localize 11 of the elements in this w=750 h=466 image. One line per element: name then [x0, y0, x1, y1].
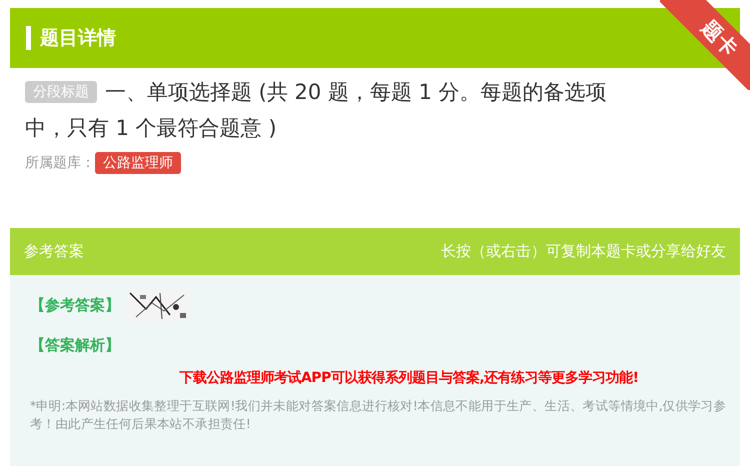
bank-tag[interactable]: 公路监理师	[95, 152, 181, 174]
bank-label: 所属题库：	[25, 154, 95, 172]
analysis-label: 【答案解析】	[30, 336, 120, 354]
question-text: 中，只有 1 个最符合题意 )	[25, 115, 277, 142]
disclaimer-text: *申明:本网站数据收集整理于互联网!我们并未能对答案信息进行核对!本信息不能用于生产、生活、考试等情境中,仅供学习参考！由此产生任何后果本站不承担责任!	[30, 397, 728, 433]
share-hint: 长按（或右击）可复制本题卡或分享给好友	[441, 242, 726, 261]
promo-text: 下载公路监理师考试APP可以获得系列题目与答案,还有练习等更多学习功能!	[178, 369, 640, 387]
answer-title: 参考答案	[24, 242, 84, 261]
answer-label: 【参考答案】	[30, 296, 120, 314]
question-text: 一、单项选择题 (共 20 题，每题 1 分。每题的备选项	[105, 79, 607, 106]
page-title: 题目详情	[26, 26, 116, 50]
